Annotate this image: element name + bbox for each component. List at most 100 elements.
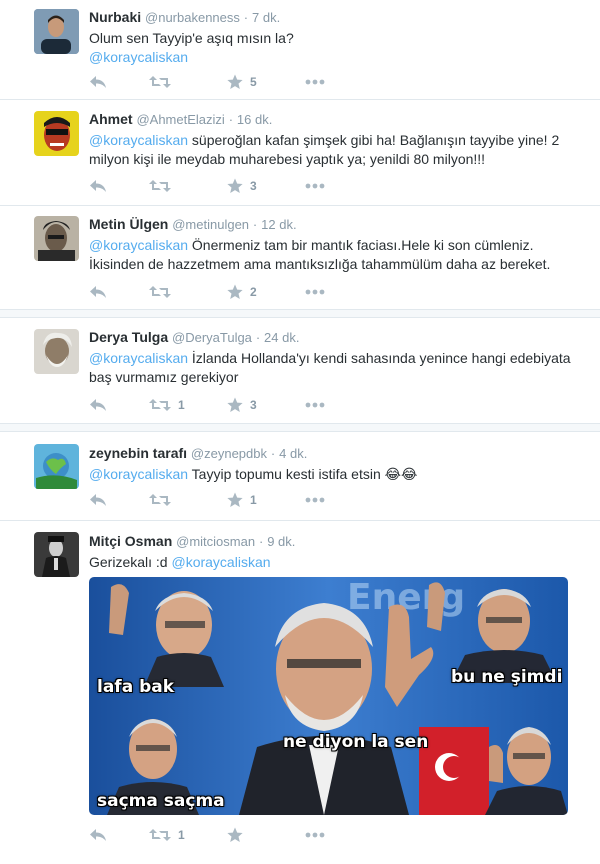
reply-icon (89, 179, 107, 193)
tweet-body: Olum sen Tayyip'e aşıq mısın la? (89, 30, 294, 46)
more-button[interactable] (305, 289, 325, 295)
timeline-separator (0, 310, 600, 318)
favorite-count: 1 (250, 493, 257, 507)
star-icon (227, 74, 243, 90)
star-icon (227, 827, 243, 843)
retweet-button[interactable] (149, 75, 207, 89)
star-icon (227, 178, 243, 194)
meme-caption: bu ne şimdi (451, 667, 563, 687)
retweet-button[interactable]: 1 (149, 398, 207, 412)
more-button[interactable] (305, 402, 325, 408)
retweet-icon (149, 285, 171, 299)
avatar[interactable] (34, 532, 79, 577)
fullname[interactable]: Derya Tulga (89, 329, 168, 345)
retweet-icon (149, 179, 171, 193)
timestamp[interactable]: 4 dk. (279, 446, 307, 461)
username[interactable]: @mitciosman (176, 534, 255, 549)
tweet-header: Ahmet @AhmetElazizi · 16 dk. (89, 110, 580, 129)
separator: · (258, 534, 264, 549)
separator: · (252, 217, 258, 232)
timestamp[interactable]: 7 dk. (252, 10, 280, 25)
more-icon (305, 183, 325, 189)
favorite-button[interactable] (227, 827, 285, 843)
retweet-button[interactable] (149, 179, 207, 193)
mention-link[interactable]: @koraycaliskan (89, 237, 188, 253)
tweet-body: Tayyip topumu kesti istifa etsin 😂😂 (188, 466, 418, 482)
timestamp[interactable]: 9 dk. (267, 534, 295, 549)
tweet-text: Olum sen Tayyip'e aşıq mısın la? @korayc… (89, 29, 580, 67)
mention-link[interactable]: @koraycaliskan (89, 49, 188, 65)
fullname[interactable]: Ahmet (89, 111, 133, 127)
avatar[interactable] (34, 9, 79, 54)
retweet-count: 1 (178, 828, 185, 842)
more-button[interactable] (305, 497, 325, 503)
favorite-button[interactable]: 2 (227, 284, 285, 300)
favorite-button[interactable]: 3 (227, 397, 285, 413)
more-button[interactable] (305, 183, 325, 189)
more-button[interactable] (305, 832, 325, 838)
timestamp[interactable]: 24 dk. (264, 330, 299, 345)
retweet-button[interactable] (149, 493, 207, 507)
retweet-button[interactable] (149, 285, 207, 299)
tweet-header: zeynebin tarafı @zeynepdbk · 4 dk. (89, 444, 580, 463)
tweet: zeynebin tarafı @zeynepdbk · 4 dk. @kora… (0, 433, 600, 521)
timestamp[interactable]: 16 dk. (237, 112, 272, 127)
tweet-text: @koraycaliskan İzlanda Hollanda'yı kendi… (89, 349, 580, 387)
avatar[interactable] (34, 216, 79, 261)
tweet-body: Gerizekalı :d (89, 554, 172, 570)
tweet-text: @koraycaliskan süperoğlan kafan şimşek g… (89, 131, 580, 169)
mention-link[interactable]: @koraycaliskan (89, 132, 188, 148)
reply-icon (89, 493, 107, 507)
username[interactable]: @metinulgen (172, 217, 249, 232)
reply-button[interactable] (89, 179, 129, 193)
tweet-header: Metin Ülgen @metinulgen · 12 dk. (89, 215, 580, 234)
retweet-count: 1 (178, 398, 185, 412)
fullname[interactable]: Metin Ülgen (89, 216, 168, 232)
retweet-icon (149, 398, 171, 412)
favorite-button[interactable]: 1 (227, 492, 285, 508)
timestamp[interactable]: 12 dk. (261, 217, 296, 232)
retweet-icon (149, 75, 171, 89)
mention-link[interactable]: @koraycaliskan (89, 350, 188, 366)
username[interactable]: @AhmetElazizi (136, 112, 224, 127)
reply-button[interactable] (89, 285, 129, 299)
reply-button[interactable] (89, 493, 129, 507)
tweet-actions: 1 (89, 490, 345, 510)
username[interactable]: @DeryaTulga (172, 330, 252, 345)
tweet: Metin Ülgen @metinulgen · 12 dk. @korayc… (0, 206, 600, 310)
tweet: Ahmet @AhmetElazizi · 16 dk. @koraycalis… (0, 100, 600, 206)
tweet-header: Derya Tulga @DeryaTulga · 24 dk. (89, 328, 580, 347)
retweet-button[interactable]: 1 (149, 828, 207, 842)
favorite-count: 3 (250, 398, 257, 412)
fullname[interactable]: Nurbaki (89, 9, 141, 25)
reply-button[interactable] (89, 398, 129, 412)
reply-button[interactable] (89, 828, 129, 842)
meme-caption: ne diyon la sen (283, 732, 429, 752)
favorite-count: 3 (250, 179, 257, 193)
tweet-actions: 2 (89, 282, 345, 302)
mention-link[interactable]: @koraycaliskan (89, 466, 188, 482)
more-icon (305, 497, 325, 503)
username[interactable]: @nurbakenness (145, 10, 240, 25)
avatar[interactable] (34, 111, 79, 156)
reply-icon (89, 285, 107, 299)
more-icon (305, 289, 325, 295)
tweet-actions: 5 (89, 72, 345, 92)
favorite-button[interactable]: 3 (227, 178, 285, 194)
tweet: Nurbaki @nurbakenness · 7 dk. Olum sen T… (0, 0, 600, 100)
username[interactable]: @zeynepdbk (191, 446, 267, 461)
fullname[interactable]: zeynebin tarafı (89, 445, 187, 461)
reply-button[interactable] (89, 75, 129, 89)
timeline-separator (0, 424, 600, 432)
favorite-button[interactable]: 5 (227, 74, 285, 90)
fullname[interactable]: Mitçi Osman (89, 533, 172, 549)
tweet-header: Nurbaki @nurbakenness · 7 dk. (89, 8, 580, 27)
more-button[interactable] (305, 79, 325, 85)
avatar[interactable] (34, 444, 79, 489)
favorite-count: 5 (250, 75, 257, 89)
retweet-icon (149, 828, 171, 842)
reply-icon (89, 75, 107, 89)
avatar[interactable] (34, 329, 79, 374)
mention-link[interactable]: @koraycaliskan (171, 554, 270, 570)
tweet-media-image[interactable]: Energ lafa bak bu ne şimdi ne diyon la s… (89, 577, 568, 815)
